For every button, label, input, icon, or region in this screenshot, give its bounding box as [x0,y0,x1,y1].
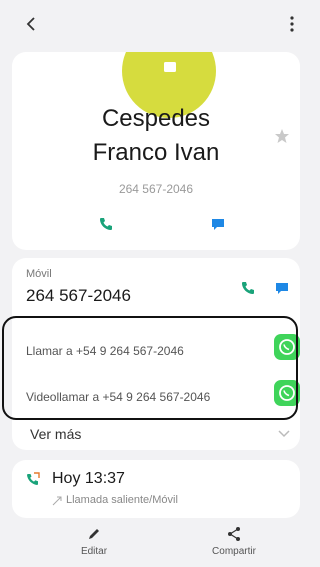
bottom-bar: Editar Compartir [0,524,312,567]
profile-card: Cespedes Franco Ivan 264 567-2046 [12,52,300,250]
more-icon[interactable] [284,14,300,34]
edit-icon [89,529,99,539]
contact-name-second: Franco Ivan [92,139,220,166]
share-icon [228,527,240,541]
message-icon[interactable] [274,280,290,296]
number-type-label: Móvil [26,268,52,280]
profile-number: 264 567-2046 [118,182,194,196]
contact-name-first: Cespedes [101,105,211,132]
message-icon[interactable] [210,216,226,232]
top-bar [0,0,312,44]
call-log-detail: Llamada saliente/Móvil [66,494,178,506]
back-icon[interactable] [22,14,42,34]
chevron-down-icon[interactable] [278,430,290,438]
edit-label: Editar [80,546,108,557]
photo-icon [164,62,176,72]
phone-icon[interactable] [240,280,256,296]
mobile-number[interactable]: 264 567-2046 [26,286,131,306]
share-label: Compartir [212,546,256,557]
phone-icon[interactable] [98,216,114,232]
call-log-card[interactable]: Hoy 13:37 Llamada saliente/Móvil [12,460,300,518]
see-more-link[interactable]: Ver más [30,426,81,442]
star-icon[interactable] [274,128,290,144]
sim-icon [52,496,62,506]
outgoing-call-icon [27,472,40,485]
edit-button[interactable]: Editar [54,526,134,557]
highlight-annotation [2,316,298,420]
call-log-time: Hoy 13:37 [52,470,125,487]
share-button[interactable]: Compartir [194,526,274,557]
